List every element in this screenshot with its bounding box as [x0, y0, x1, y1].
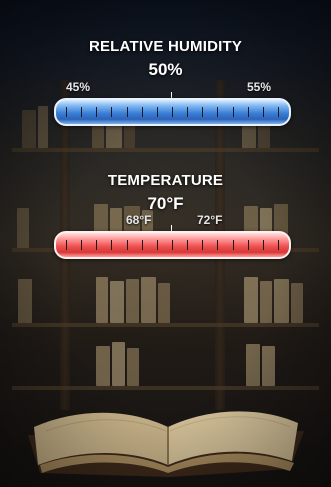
humidity-gauge: [54, 98, 291, 126]
gauge-tick: [202, 240, 203, 250]
gauge-tick: [248, 107, 249, 117]
gauge-tick: [217, 107, 218, 117]
gauge-tick: [66, 107, 67, 117]
gauge-tick: [233, 107, 234, 117]
gauge-tick: [217, 240, 218, 250]
gauge-tick: [278, 240, 279, 250]
gauge-tick: [278, 107, 279, 117]
temperature-low-label: 68°F: [126, 213, 152, 227]
gauge-tick: [81, 240, 82, 250]
gauge-tick: [66, 240, 67, 250]
temperature-gauge: [54, 231, 291, 259]
gauge-tick: [81, 107, 82, 117]
humidity-title: RELATIVE HUMIDITY: [88, 38, 243, 55]
gauge-tick: [96, 107, 97, 117]
gauge-tick: [142, 240, 143, 250]
gauge-tick: [111, 240, 112, 250]
humidity-low-label: 45%: [66, 80, 91, 94]
gauge-tick: [111, 107, 112, 117]
gauge-tick: [233, 240, 234, 250]
humidity-value: 50%: [148, 60, 183, 79]
gauge-tick: [127, 107, 128, 117]
gauge-tick: [127, 240, 128, 250]
temperature-value: 70°F: [147, 194, 184, 213]
gauge-tick: [263, 107, 264, 117]
climate-screen: RELATIVE HUMIDITY 50% 45% 55% TEMPERATUR…: [0, 0, 331, 487]
humidity-high-label: 55%: [247, 80, 272, 94]
gauge-tick: [96, 240, 97, 250]
gauge-tick: [157, 240, 158, 250]
temperature-title: TEMPERATURE: [107, 172, 224, 189]
gauge-tick: [202, 107, 203, 117]
gauge-tick: [157, 107, 158, 117]
gauge-tick: [263, 240, 264, 250]
gauge-tick: [172, 240, 173, 250]
temperature-high-label: 72°F: [197, 213, 223, 227]
gauge-tick: [172, 107, 173, 117]
gauge-tick: [187, 240, 188, 250]
temperature-ticks: [66, 240, 279, 250]
humidity-ticks: [66, 107, 279, 117]
gauge-tick: [187, 107, 188, 117]
gauge-tick: [142, 107, 143, 117]
gauge-tick: [248, 240, 249, 250]
